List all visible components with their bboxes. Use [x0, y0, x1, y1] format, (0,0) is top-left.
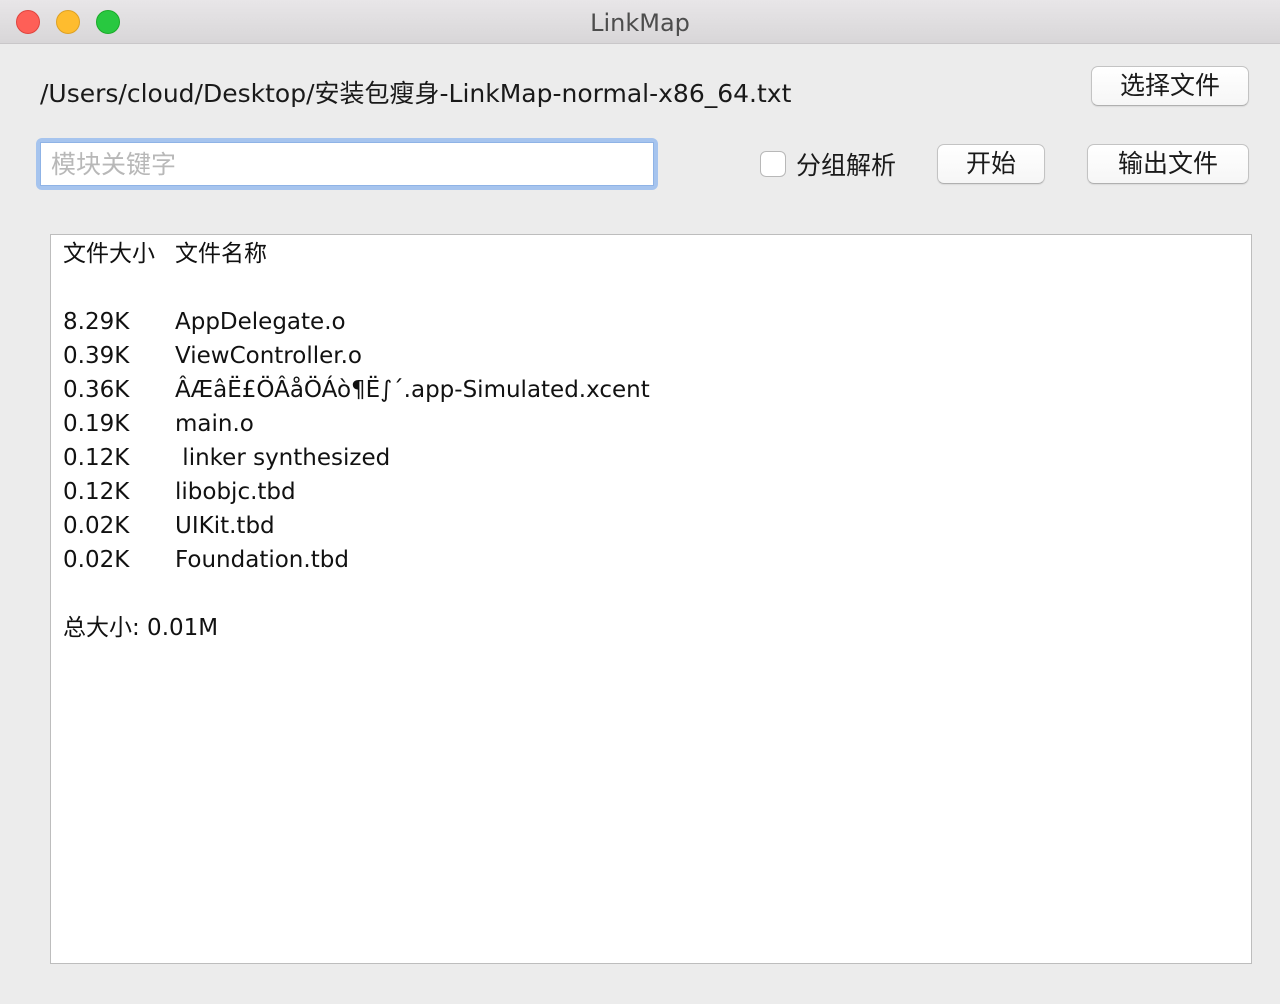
file-name: ÂÆâË£ÖÂåÖÁò¶Ë∫´.app-Simulated.xcent [175, 377, 650, 403]
group-parse-checkbox[interactable]: 分组解析 [760, 148, 896, 180]
file-row: 0.02K Foundation.tbd [63, 543, 650, 577]
total-size-row: 总大小: 0.01M [63, 615, 219, 641]
file-row: 0.19K main.o [63, 407, 650, 441]
file-size: 0.39K [63, 343, 130, 369]
file-name: Foundation.tbd [175, 547, 349, 573]
file-size: 0.36K [63, 377, 130, 403]
start-button[interactable]: 开始 [937, 144, 1045, 184]
file-row: 0.02K UIKit.tbd [63, 509, 650, 543]
title-bar[interactable]: LinkMap [0, 0, 1280, 44]
output-header-row: 文件大小 文件名称 [63, 237, 650, 271]
file-size: 0.12K [63, 445, 130, 471]
file-path-label: /Users/cloud/Desktop/安装包瘦身-LinkMap-norma… [40, 79, 792, 108]
file-size: 0.02K [63, 547, 130, 573]
output-content: 文件大小 文件名称 8.29K AppDelegate.o 0.39K View… [63, 237, 650, 645]
file-name: libobjc.tbd [175, 479, 296, 505]
choose-file-button[interactable]: 选择文件 [1091, 66, 1249, 106]
header-name: 文件名称 [175, 241, 267, 267]
group-parse-label: 分组解析 [796, 151, 897, 180]
file-size: 0.12K [63, 479, 130, 505]
file-size: 0.02K [63, 513, 130, 539]
file-name: ViewController.o [175, 343, 362, 369]
file-name: AppDelegate.o [175, 309, 346, 335]
header-size: 文件大小 [63, 241, 155, 267]
window-title: LinkMap [590, 9, 690, 37]
checkbox-box[interactable] [760, 151, 786, 177]
file-name: main.o [175, 411, 254, 437]
file-size: 8.29K [63, 309, 130, 335]
file-row: 0.12K linker synthesized [63, 441, 650, 475]
file-row: 0.39K ViewController.o [63, 339, 650, 373]
file-row: 0.36K ÂÆâË£ÖÂåÖÁò¶Ë∫´.app-Simulated.xcen… [63, 373, 650, 407]
file-name: linker synthesized [175, 445, 391, 471]
export-file-button[interactable]: 输出文件 [1087, 144, 1249, 184]
file-name: UIKit.tbd [175, 513, 275, 539]
search-field-focus-ring [36, 138, 658, 190]
output-text-view[interactable]: 文件大小 文件名称 8.29K AppDelegate.o 0.39K View… [50, 234, 1252, 964]
file-row: 8.29K AppDelegate.o [63, 305, 650, 339]
file-size: 0.19K [63, 411, 130, 437]
file-row: 0.12K libobjc.tbd [63, 475, 650, 509]
module-keyword-input[interactable] [40, 142, 654, 186]
app-window: LinkMap /Users/cloud/Desktop/安装包瘦身-LinkM… [0, 0, 1280, 1004]
